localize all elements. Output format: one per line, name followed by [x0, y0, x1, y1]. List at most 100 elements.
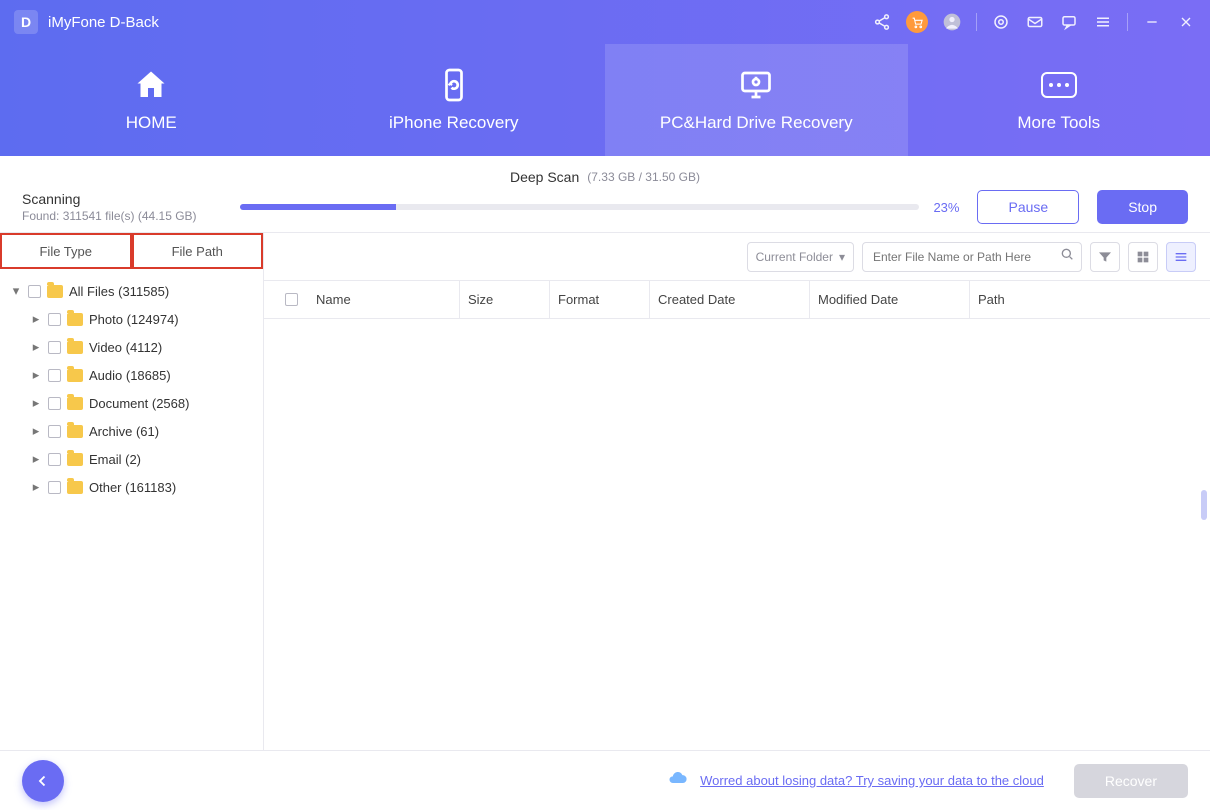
- grid-view-button[interactable]: [1128, 242, 1158, 272]
- account-icon[interactable]: [942, 12, 962, 32]
- nav-iphone-label: iPhone Recovery: [389, 113, 518, 133]
- checkbox[interactable]: [48, 453, 61, 466]
- minimize-icon[interactable]: [1142, 12, 1162, 32]
- tree-item-label: Email (2): [89, 452, 141, 467]
- tab-file-type[interactable]: File Type: [0, 233, 132, 269]
- tab-file-path[interactable]: File Path: [132, 233, 264, 269]
- app-title: iMyFone D-Back: [48, 14, 159, 31]
- chevron-right-icon[interactable]: ▸: [30, 313, 42, 325]
- search-box[interactable]: [862, 242, 1082, 272]
- close-icon[interactable]: [1176, 12, 1196, 32]
- menu-icon[interactable]: [1093, 12, 1113, 32]
- nav-more[interactable]: More Tools: [908, 44, 1210, 156]
- chevron-down-icon: ▾: [839, 250, 845, 264]
- chevron-right-icon[interactable]: ▸: [30, 369, 42, 381]
- titlebar-actions: [872, 11, 1196, 33]
- results-toolbar: Current Folder ▾: [264, 233, 1210, 281]
- monitor-recover-icon: [738, 67, 774, 103]
- checkbox[interactable]: [48, 481, 61, 494]
- titlebar-divider: [1127, 13, 1128, 31]
- tree-item-label: Document (2568): [89, 396, 189, 411]
- chevron-right-icon[interactable]: ▸: [30, 425, 42, 437]
- nav-iphone[interactable]: iPhone Recovery: [303, 44, 606, 156]
- cloud-icon: [664, 768, 690, 793]
- scan-bar: Deep Scan (7.33 GB / 31.50 GB) Scanning …: [0, 156, 1210, 233]
- folder-icon: [67, 425, 83, 438]
- more-tools-icon: [1041, 67, 1077, 103]
- checkbox[interactable]: [28, 285, 41, 298]
- back-button[interactable]: [22, 760, 64, 802]
- col-size[interactable]: Size: [460, 281, 550, 318]
- nav-more-label: More Tools: [1017, 113, 1100, 133]
- tree-item[interactable]: ▸ Email (2): [6, 445, 257, 473]
- search-icon[interactable]: [1059, 246, 1075, 267]
- chevron-right-icon[interactable]: ▸: [30, 397, 42, 409]
- scan-percent: 23%: [933, 200, 959, 215]
- target-icon[interactable]: [991, 12, 1011, 32]
- scan-progress-detail: (7.33 GB / 31.50 GB): [587, 170, 700, 184]
- scan-status: Scanning: [22, 191, 222, 207]
- tree-root-label: All Files (311585): [69, 284, 169, 299]
- tree-root[interactable]: ▾ All Files (311585): [6, 277, 257, 305]
- select-all-checkbox[interactable]: [285, 293, 298, 306]
- chevron-down-icon[interactable]: ▾: [10, 285, 22, 297]
- tree-item-label: Audio (18685): [89, 368, 171, 383]
- nav-pc[interactable]: PC&Hard Drive Recovery: [605, 44, 908, 156]
- tree-item[interactable]: ▸ Video (4112): [6, 333, 257, 361]
- pause-button[interactable]: Pause: [977, 190, 1079, 224]
- content-area: File Type File Path ▾ All Files (311585)…: [0, 233, 1210, 781]
- checkbox[interactable]: [48, 369, 61, 382]
- app-logo: D: [14, 10, 38, 34]
- nav-home-label: HOME: [126, 113, 177, 133]
- checkbox[interactable]: [48, 341, 61, 354]
- scan-progress-bar: [240, 204, 919, 210]
- tree-item[interactable]: ▸Photo (124974): [6, 305, 257, 333]
- list-view-button[interactable]: [1166, 242, 1196, 272]
- nav-home[interactable]: HOME: [0, 44, 303, 156]
- cloud-backup-link[interactable]: Worred about losing data? Try saving you…: [700, 773, 1044, 788]
- category-tree: ▾ All Files (311585) ▸Photo (124974)▸Vid…: [0, 269, 263, 509]
- checkbox[interactable]: [48, 397, 61, 410]
- scan-mode-label: Deep Scan: [510, 169, 579, 185]
- stop-button[interactable]: Stop: [1097, 190, 1188, 224]
- tree-item[interactable]: ▸ Audio (18685): [6, 361, 257, 389]
- folder-scope-label: Current Folder: [756, 250, 833, 264]
- phone-refresh-icon: [436, 67, 472, 103]
- folder-icon: [67, 397, 83, 410]
- chevron-right-icon[interactable]: ▸: [30, 341, 42, 353]
- folder-icon: [67, 453, 83, 466]
- col-format[interactable]: Format: [550, 281, 650, 318]
- tree-item[interactable]: ▸ Archive (61): [6, 417, 257, 445]
- tree-item-label: Archive (61): [89, 424, 159, 439]
- footer: Worred about losing data? Try saving you…: [0, 750, 1210, 810]
- folder-scope-select[interactable]: Current Folder ▾: [747, 242, 854, 272]
- folder-icon: [67, 369, 83, 382]
- scan-found: Found: 311541 file(s) (44.15 GB): [22, 209, 222, 223]
- col-path[interactable]: Path: [970, 292, 1210, 307]
- chevron-right-icon[interactable]: ▸: [30, 453, 42, 465]
- col-name[interactable]: Name: [308, 281, 460, 318]
- filter-button[interactable]: [1090, 242, 1120, 272]
- tree-item-label: Video (4112): [89, 340, 162, 355]
- home-icon: [133, 67, 169, 103]
- tree-item[interactable]: ▸ Other (161183): [6, 473, 257, 501]
- recover-button[interactable]: Recover: [1074, 764, 1188, 798]
- col-created[interactable]: Created Date: [650, 281, 810, 318]
- checkbox[interactable]: [48, 425, 61, 438]
- tree-item-label: Other (161183): [89, 480, 176, 495]
- tree-item[interactable]: ▸ Document (2568): [6, 389, 257, 417]
- col-modified[interactable]: Modified Date: [810, 281, 970, 318]
- folder-icon: [67, 313, 83, 326]
- feedback-icon[interactable]: [1059, 12, 1079, 32]
- folder-icon: [67, 481, 83, 494]
- folder-icon: [47, 285, 63, 298]
- mail-icon[interactable]: [1025, 12, 1045, 32]
- share-icon[interactable]: [872, 12, 892, 32]
- cart-icon[interactable]: [906, 11, 928, 33]
- results-pane: Current Folder ▾ Name Size Format Create…: [264, 233, 1210, 781]
- chevron-right-icon[interactable]: ▸: [30, 481, 42, 493]
- titlebar-divider: [976, 13, 977, 31]
- checkbox[interactable]: [48, 313, 61, 326]
- scrollbar-thumb[interactable]: [1201, 490, 1207, 520]
- search-input[interactable]: [873, 250, 1059, 264]
